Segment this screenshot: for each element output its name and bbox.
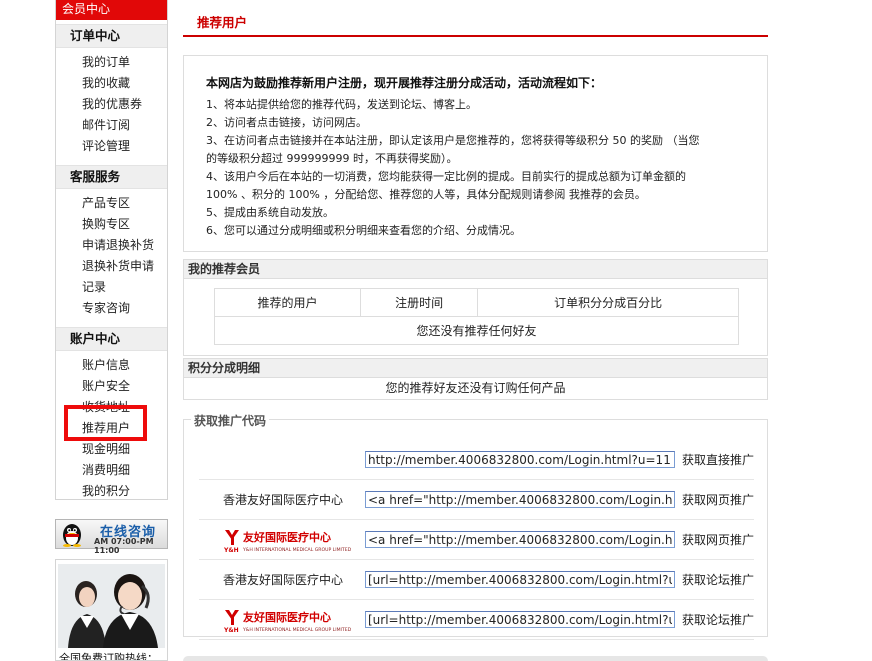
promo-row-webpage-logo: Y&H 友好国际医疗中心 Y&H INTERNATIONAL MEDICAL GRO…: [199, 520, 754, 560]
my-referrals-body: 推荐的用户 注册时间 订单积分分成百分比 您还没有推荐任何好友: [183, 279, 768, 356]
promo-row-direct-link: 获取直接推广: [199, 440, 754, 480]
promo-code-input[interactable]: [365, 571, 675, 588]
referral-intro-box: 本网店为鼓励推荐新用户注册，现开展推荐注册分成活动，活动流程如下： 1、将本站提…: [183, 55, 768, 252]
footer-edge: [183, 656, 768, 661]
promo-row-forum-logo: Y&H 友好国际医疗中心 Y&H INTERNATIONAL MEDICAL GRO…: [199, 600, 754, 640]
sidebar-item-products[interactable]: 产品专区: [56, 193, 167, 214]
sidebar-group-account-center: 账户中心: [56, 327, 167, 351]
sidebar-item-shipping-address[interactable]: 收货地址: [56, 397, 167, 418]
points-split-empty-message: 您的推荐好友还没有订购任何产品: [385, 381, 566, 395]
logo-mark: Y&H: [223, 547, 239, 554]
referrals-table: 推荐的用户 注册时间 订单积分分成百分比 您还没有推荐任何好友: [214, 288, 739, 345]
page-title-bar: 推荐用户: [183, 0, 768, 37]
sidebar-item-my-points[interactable]: 我的积分: [56, 481, 167, 502]
get-promo-button[interactable]: 获取论坛推广: [682, 571, 754, 588]
sidebar-item-account-security[interactable]: 账户安全: [56, 376, 167, 397]
sidebar-header: 会员中心: [56, 0, 167, 20]
get-promo-button[interactable]: 获取网页推广: [682, 531, 754, 548]
intro-line: 4、该用户今后在本站的一切消费，您均能获得一定比例的提成。目前实行的提成总额为订…: [206, 170, 686, 183]
intro-line: 的等级积分超过 999999999 时，不再获得奖励）。: [206, 152, 458, 165]
promo-row-webpage-text: 香港友好国际医疗中心 获取网页推广: [199, 480, 754, 520]
sidebar-item-my-orders[interactable]: 我的订单: [56, 52, 167, 73]
table-row: 您还没有推荐任何好友: [214, 316, 739, 345]
promo-row-forum-text: 香港友好国际医疗中心 获取论坛推广: [199, 560, 754, 600]
sidebar-item-return-requests[interactable]: 退换补货申请: [56, 256, 167, 277]
logo-cn-text: 友好国际医疗中心: [243, 530, 331, 544]
column-header-register-time: 注册时间: [359, 288, 479, 317]
promo-code-input[interactable]: [365, 451, 675, 468]
points-split-header: 积分分成明细: [183, 358, 768, 378]
get-promo-button[interactable]: 获取直接推广: [682, 451, 754, 468]
intro-line: 5、提成由系统自动发放。: [206, 206, 334, 219]
sidebar-item-expert-consult[interactable]: 专家咨询: [56, 298, 167, 319]
column-header-referred-user: 推荐的用户: [214, 288, 361, 317]
main-content: 推荐用户 本网店为鼓励推荐新用户注册，现开展推荐注册分成活动，活动流程如下： 1…: [183, 0, 768, 640]
sidebar-item-comments[interactable]: 评论管理: [56, 136, 167, 157]
get-promo-button[interactable]: 获取网页推广: [682, 491, 754, 508]
sidebar-item-referrals[interactable]: 推荐用户: [56, 418, 167, 439]
sidebar-item-coupons[interactable]: 我的优惠券: [56, 94, 167, 115]
referrals-empty-message: 您还没有推荐任何好友: [214, 316, 739, 345]
promo-legend: 获取推广代码: [191, 412, 270, 429]
sidebar-item-favorites[interactable]: 我的收藏: [56, 73, 167, 94]
table-header-row: 推荐的用户 注册时间 订单积分分成百分比: [214, 288, 739, 317]
my-referrals-header: 我的推荐会员: [183, 259, 768, 279]
promo-label: 香港友好国际医疗中心: [223, 573, 344, 587]
promo-code-input[interactable]: [365, 491, 675, 508]
page-title: 推荐用户: [197, 15, 248, 30]
sidebar-item-mail-subscription[interactable]: 邮件订阅: [56, 115, 167, 136]
customer-service-photo: [58, 564, 165, 648]
intro-heading: 本网店为鼓励推荐新用户注册，现开展推荐注册分成活动，活动流程如下：: [206, 76, 603, 90]
yh-logo-image: Y&H 友好国际医疗中心 Y&H INTERNATIONAL MEDICAL GRO…: [223, 610, 352, 634]
sidebar-group-order-center: 订单中心: [56, 24, 167, 48]
logo-en-text: Y&H INTERNATIONAL MEDICAL GROUP LIMITED: [242, 547, 352, 553]
intro-line: 1、将本站提供给您的推荐代码，发送到论坛、博客上。: [206, 98, 477, 111]
online-consult-button[interactable]: 在线咨询 AM 07:00-PM 11:00: [55, 519, 168, 555]
intro-line: 6、您可以通过分成明细或积分明细来查看您的介绍、分成情况。: [206, 224, 521, 237]
points-split-body: 您的推荐好友还没有订购任何产品: [183, 378, 768, 400]
sidebar-item-apply-return[interactable]: 申请退换补货: [56, 235, 167, 256]
sidebar-item-records[interactable]: 记录: [56, 277, 167, 298]
yh-logo-image: Y&H 友好国际医疗中心 Y&H INTERNATIONAL MEDICAL GRO…: [223, 530, 352, 554]
member-sidebar: 会员中心 订单中心 我的订单 我的收藏 我的优惠券 邮件订阅 评论管理 客服服务…: [55, 0, 168, 500]
promo-code-panel: 获取推广代码 获取直接推广香港友好国际医疗中心获取网页推广Y&H友好国际医疗中心…: [183, 412, 768, 640]
sidebar-item-account-info[interactable]: 账户信息: [56, 355, 167, 376]
logo-mark: Y&H: [223, 627, 239, 634]
promo-label: 香港友好国际医疗中心: [223, 493, 344, 507]
intro-line: 3、在访问者点击链接并在本站注册，即认定该用户是您推荐的，您将获得等级积分 50…: [206, 134, 700, 147]
qq-penguin-icon: [63, 524, 81, 547]
promo-code-input[interactable]: [365, 611, 675, 628]
sidebar-item-exchange[interactable]: 换购专区: [56, 214, 167, 235]
logo-en-text: Y&H INTERNATIONAL MEDICAL GROUP LIMITED: [242, 627, 352, 633]
consult-hours: AM 07:00-PM 11:00: [94, 537, 154, 555]
hotline-label: 全国免费订购热线：: [59, 652, 158, 661]
get-promo-button[interactable]: 获取论坛推广: [682, 611, 754, 628]
sidebar-item-cash-details[interactable]: 现金明细: [56, 439, 167, 460]
sidebar-group-customer-service: 客服服务: [56, 165, 167, 189]
service-hotline-box: 全国免费订购热线：: [55, 559, 168, 661]
column-header-points-share: 订单积分分成百分比: [477, 288, 739, 317]
logo-cn-text: 友好国际医疗中心: [243, 610, 331, 624]
promo-code-input[interactable]: [365, 531, 675, 548]
sidebar-item-spending-details[interactable]: 消费明细: [56, 460, 167, 481]
intro-line: 100% 、积分的 100% ，分配给您、推荐您的人等，具体分配规则请参阅 我推…: [206, 188, 646, 201]
intro-line: 2、访问者点击链接，访问网店。: [206, 116, 367, 129]
